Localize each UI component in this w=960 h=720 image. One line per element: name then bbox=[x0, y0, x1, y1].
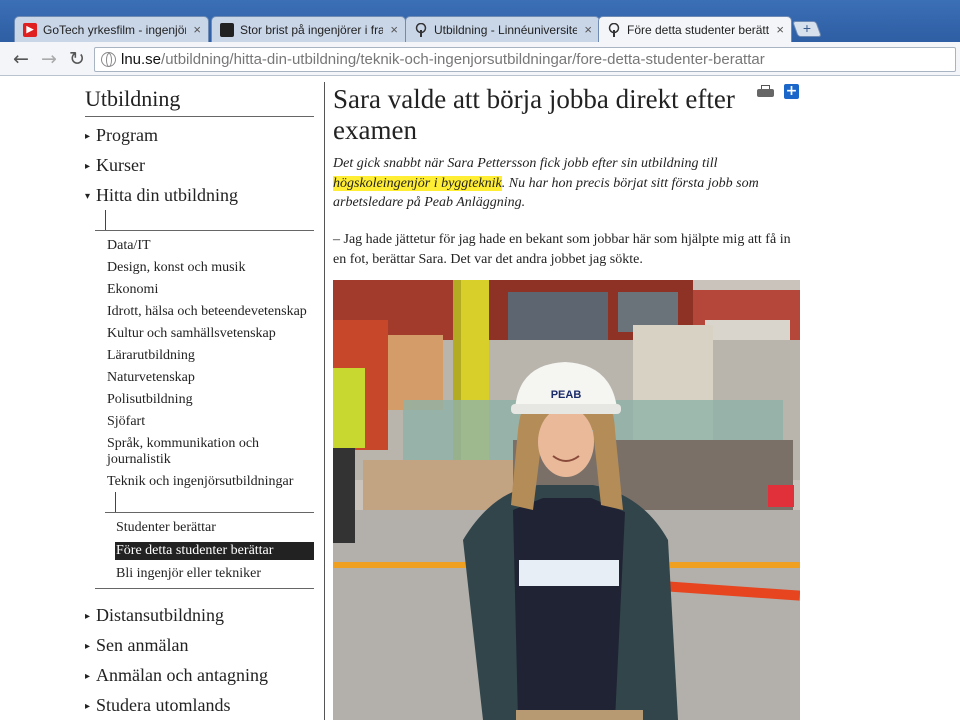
article-photo: PEAB bbox=[333, 280, 800, 720]
address-bar[interactable]: lnu.se/utbildning/hitta-din-utbildning/t… bbox=[94, 47, 956, 72]
chevron-right-icon: ▸ bbox=[85, 611, 91, 622]
browser-tab-4-active[interactable]: Före detta studenter berätta × bbox=[598, 16, 792, 43]
tab-title: Före detta studenter berätta bbox=[627, 23, 769, 37]
chevron-right-icon: ▸ bbox=[85, 671, 91, 682]
sidebar-item-sen-anmalan[interactable]: ▸ Sen anmälan bbox=[85, 635, 188, 656]
divider bbox=[105, 512, 314, 513]
divider bbox=[95, 588, 314, 589]
close-tab-icon[interactable]: × bbox=[776, 22, 784, 37]
browser-tab-bar: ▶ GoTech yrkesfilm - ingenjör × Stor bri… bbox=[0, 0, 960, 43]
subcategory-naturvetenskap[interactable]: Naturvetenskap bbox=[107, 370, 317, 386]
web-page: Utbildning ▸ Program ▸ Kurser ▾ Hitta din u… bbox=[0, 77, 960, 720]
tree-connector bbox=[105, 210, 106, 230]
divider bbox=[85, 116, 314, 117]
close-tab-icon[interactable]: × bbox=[584, 22, 592, 37]
tab-title: Utbildning - Linnéuniversite bbox=[434, 22, 577, 37]
sidebar-item-distansutbildning[interactable]: ▸ Distansutbildning bbox=[85, 605, 224, 626]
sidebar-item-label: Distansutbildning bbox=[96, 605, 225, 625]
globe-icon bbox=[101, 52, 116, 67]
article-title: Sara valde att börja jobba direkt efter … bbox=[333, 84, 735, 145]
browser-toolbar: ← → ↻ lnu.se/utbildning/hitta-din-utbild… bbox=[0, 42, 960, 76]
chevron-right-icon: ▸ bbox=[85, 701, 91, 712]
helmet-logo-text: PEAB bbox=[551, 389, 582, 401]
sidebar-item-studera-utomlands[interactable]: ▸ Studera utomlands bbox=[85, 695, 230, 716]
subcategory-sjofart[interactable]: Sjöfart bbox=[107, 414, 317, 430]
back-button[interactable]: ← bbox=[10, 48, 32, 70]
chevron-right-icon: ▸ bbox=[85, 161, 91, 172]
reload-button[interactable]: ↻ bbox=[66, 48, 88, 70]
sidebar-item-label: Sen anmälan bbox=[96, 635, 189, 655]
chevron-right-icon: ▸ bbox=[85, 131, 91, 142]
sidebar-item-anmalan-och-antagning[interactable]: ▸ Anmälan och antagning bbox=[85, 665, 268, 686]
tree-connector bbox=[115, 492, 116, 512]
forward-button[interactable]: → bbox=[38, 48, 60, 70]
browser-tab-3[interactable]: Utbildning - Linnéuniversite × bbox=[405, 16, 600, 42]
column-divider bbox=[324, 82, 325, 720]
tab-title: Stor brist på ingenjörer i fra bbox=[240, 22, 383, 37]
print-icon[interactable] bbox=[757, 85, 774, 99]
url-host: lnu.se bbox=[121, 51, 162, 68]
sidebar-item-label: Hitta din utbildning bbox=[96, 185, 238, 205]
new-tab-button[interactable]: + bbox=[792, 20, 822, 37]
subcategory-design[interactable]: Design, konst och musik bbox=[107, 260, 317, 276]
nav-fore-detta-studenter-berattar[interactable]: Före detta studenter berättar bbox=[115, 542, 314, 560]
chevron-down-icon: ▾ bbox=[85, 191, 91, 202]
sidebar-item-hitta-din-utbildning[interactable]: ▾ Hitta din utbildning bbox=[85, 185, 238, 206]
sidebar-item-label: Program bbox=[96, 125, 158, 145]
youtube-icon: ▶ bbox=[23, 22, 37, 37]
subcategory-sprak[interactable]: Språk, kommunikation och journalistik bbox=[107, 436, 282, 468]
sidebar-item-label: Studera utomlands bbox=[96, 695, 231, 715]
browser-tab-2[interactable]: Stor brist på ingenjörer i fra × bbox=[211, 16, 406, 42]
article-ingress: Det gick snabbt när Sara Pettersson fick… bbox=[333, 154, 803, 213]
sidebar-title: Utbildning bbox=[85, 86, 181, 111]
subcategory-polisutbildning[interactable]: Polisutbildning bbox=[107, 392, 317, 408]
share-plus-icon[interactable]: + bbox=[784, 84, 799, 99]
lnu-tree-icon bbox=[414, 22, 428, 37]
url-path: /utbildning/hitta-din-utbildning/teknik-… bbox=[161, 51, 765, 68]
subcategory-lararutbildning[interactable]: Lärarutbildning bbox=[107, 348, 317, 364]
subcategory-data-it[interactable]: Data/IT bbox=[107, 238, 317, 254]
close-tab-icon[interactable]: × bbox=[193, 22, 201, 37]
chevron-right-icon: ▸ bbox=[85, 641, 91, 652]
nav-bli-ingenjor[interactable]: Bli ingenjör eller tekniker bbox=[115, 565, 314, 583]
site-icon bbox=[220, 22, 234, 37]
sidebar-item-kurser[interactable]: ▸ Kurser bbox=[85, 155, 145, 176]
subcategory-kultur[interactable]: Kultur och samhällsvetenskap bbox=[107, 326, 317, 342]
tab-title: GoTech yrkesfilm - ingenjör bbox=[43, 22, 186, 37]
plus-icon: + bbox=[802, 20, 811, 36]
divider bbox=[95, 230, 314, 231]
subcategory-idrott[interactable]: Idrott, hälsa och beteendevetenskap bbox=[107, 304, 317, 320]
nav-studenter-berattar[interactable]: Studenter berättar bbox=[115, 519, 314, 537]
browser-tab-1[interactable]: ▶ GoTech yrkesfilm - ingenjör × bbox=[14, 16, 209, 42]
ingress-text: Det gick snabbt när Sara Pettersson fick… bbox=[333, 156, 718, 171]
sidebar-item-label: Kurser bbox=[96, 155, 145, 175]
subcategory-ekonomi[interactable]: Ekonomi bbox=[107, 282, 317, 298]
subcategory-teknik[interactable]: Teknik och ingenjörsutbildningar bbox=[107, 474, 317, 490]
sidebar-item-label: Anmälan och antagning bbox=[96, 665, 268, 685]
close-tab-icon[interactable]: × bbox=[390, 22, 398, 37]
sidebar-item-program[interactable]: ▸ Program bbox=[85, 125, 158, 146]
highlighted-link[interactable]: högskoleingenjör i byggteknik bbox=[333, 175, 502, 191]
article-quote: – Jag hade jättetur för jag hade en beka… bbox=[333, 232, 791, 267]
lnu-tree-icon bbox=[607, 23, 621, 37]
